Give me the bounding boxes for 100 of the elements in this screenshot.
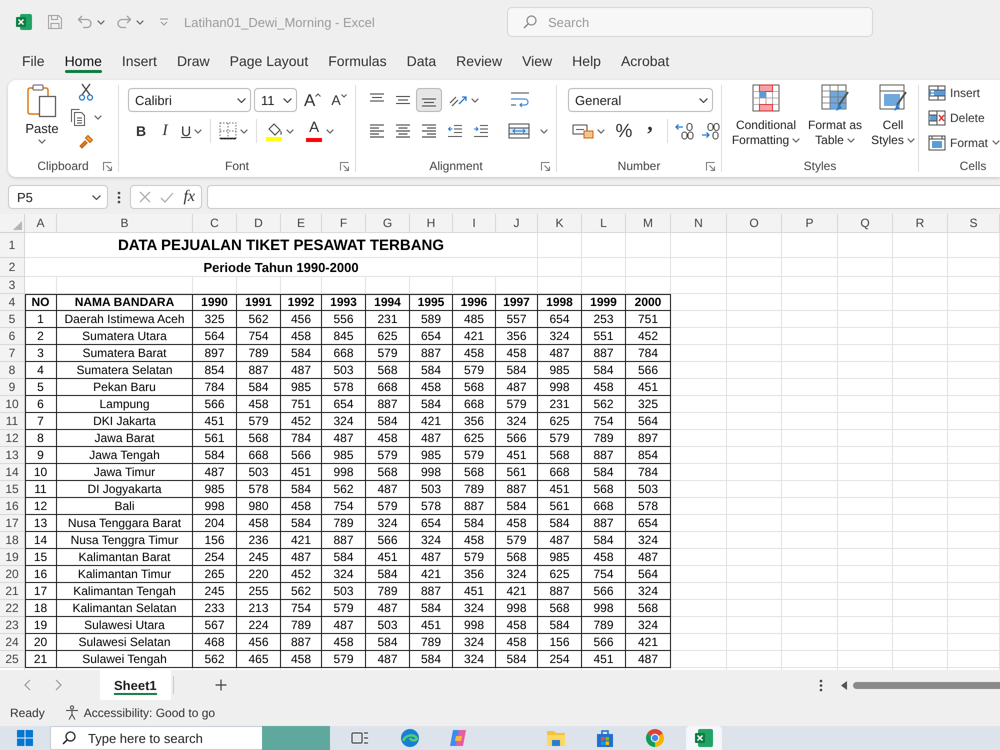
paste-button[interactable]: Paste <box>22 80 62 144</box>
taskbar-app-button[interactable] <box>686 726 722 750</box>
name-box[interactable]: P5 <box>8 185 108 209</box>
conditional-formatting-button[interactable]: Conditional Formatting <box>730 80 802 148</box>
column-header[interactable]: N <box>671 214 727 233</box>
row-header[interactable]: 24 <box>0 634 25 651</box>
vertical-align-button[interactable] <box>416 88 442 112</box>
sheet-tab[interactable]: Sheet1 <box>100 670 171 700</box>
menu-tab[interactable]: View <box>514 44 560 78</box>
menu-tab[interactable]: Home <box>56 44 110 78</box>
dialog-launcher-icon[interactable] <box>706 162 715 170</box>
percent-style-button[interactable]: % <box>611 119 637 143</box>
menu-tab[interactable]: Data <box>398 44 444 78</box>
column-header[interactable]: I <box>453 214 496 233</box>
table-cell: 584 <box>582 532 626 549</box>
font-name-dropdown[interactable]: Calibri <box>128 88 251 112</box>
font-size-dropdown[interactable]: 11 <box>254 88 297 112</box>
row-header[interactable]: 19 <box>0 549 25 566</box>
row-header[interactable]: 1 <box>0 233 25 258</box>
menu-tab[interactable]: Acrobat <box>612 44 678 78</box>
underline-button[interactable]: U <box>177 119 206 143</box>
row-header[interactable]: 3 <box>0 277 25 294</box>
menu-tab[interactable]: Insert <box>114 44 165 78</box>
row-header[interactable]: 13 <box>0 447 25 464</box>
row-header[interactable]: 11 <box>0 413 25 430</box>
menu-tab[interactable]: Draw <box>168 44 218 78</box>
scroll-left-icon[interactable] <box>841 680 847 690</box>
row-header[interactable]: 2 <box>0 258 25 277</box>
column-header[interactable]: E <box>281 214 322 233</box>
row-header[interactable]: 17 <box>0 515 25 532</box>
column-header[interactable]: J <box>496 214 538 233</box>
menu-tab[interactable]: Help <box>564 44 609 78</box>
row-header[interactable]: 5 <box>0 311 25 328</box>
dialog-launcher-icon[interactable] <box>103 162 112 170</box>
column-header[interactable]: K <box>538 214 582 233</box>
caret-icon <box>906 138 915 144</box>
row-header[interactable]: 25 <box>0 651 25 668</box>
insert-cells-button[interactable]: Insert <box>925 80 984 105</box>
search-field[interactable]: Search <box>507 7 873 37</box>
delete-cells-button[interactable]: Delete <box>925 105 988 130</box>
row-header[interactable]: 21 <box>0 583 25 600</box>
column-header[interactable]: Q <box>838 214 893 233</box>
menu-tab[interactable]: Review <box>448 44 510 78</box>
table-cell: 487 <box>410 430 453 447</box>
row-header[interactable]: 10 <box>0 396 25 413</box>
formula-input[interactable] <box>207 185 1000 209</box>
more-options-icon[interactable] <box>117 190 121 204</box>
column-header[interactable]: F <box>322 214 366 233</box>
column-header[interactable]: G <box>366 214 410 233</box>
column-header[interactable]: P <box>782 214 838 233</box>
row-header[interactable]: 14 <box>0 464 25 481</box>
row-header[interactable]: 20 <box>0 566 25 583</box>
italic-button[interactable]: I <box>153 119 177 143</box>
column-header[interactable]: L <box>582 214 626 233</box>
row-header[interactable]: 16 <box>0 498 25 515</box>
row-header[interactable]: 7 <box>0 345 25 362</box>
column-header[interactable]: H <box>410 214 453 233</box>
caret-icon <box>136 20 144 24</box>
wave-browser-icon <box>400 728 420 748</box>
row-header[interactable]: 6 <box>0 328 25 345</box>
row-header[interactable]: 8 <box>0 362 25 379</box>
table-cell: 487 <box>538 345 582 362</box>
column-header[interactable]: D <box>237 214 281 233</box>
row-header[interactable]: 23 <box>0 617 25 634</box>
column-header[interactable]: C <box>193 214 237 233</box>
column-header[interactable]: O <box>727 214 782 233</box>
bold-button[interactable]: B <box>129 119 153 143</box>
scrollbar-thumb[interactable] <box>853 682 1000 688</box>
menu-tab[interactable]: Page Layout <box>222 44 316 78</box>
menu-tab[interactable]: File <box>14 44 53 78</box>
column-header[interactable]: M <box>626 214 671 233</box>
dialog-launcher-icon[interactable] <box>541 162 550 170</box>
table-header-cell: 1998 <box>538 294 582 311</box>
column-header[interactable]: B <box>57 214 193 233</box>
row-header[interactable]: 18 <box>0 532 25 549</box>
dialog-launcher-icon[interactable] <box>340 162 349 170</box>
check-icon[interactable] <box>160 192 174 202</box>
more-options-icon[interactable] <box>819 678 823 692</box>
decrease-decimal-icon <box>701 122 721 140</box>
table-cell: Nusa Tenggra Timur <box>57 532 193 549</box>
number-format-dropdown[interactable]: General <box>568 88 713 112</box>
format-cells-button[interactable]: Format <box>925 130 1000 155</box>
format-as-table-button[interactable]: Format as Table <box>804 80 866 148</box>
row-header[interactable]: 9 <box>0 379 25 396</box>
row-header[interactable]: 22 <box>0 600 25 617</box>
column-header[interactable]: R <box>893 214 948 233</box>
increase-font-size-button[interactable]: A <box>300 88 326 112</box>
insert-function-button[interactable]: fx <box>182 189 196 205</box>
accessibility-status-button[interactable]: Accessibility: Good to go <box>64 705 216 721</box>
column-header[interactable]: S <box>948 214 1000 233</box>
cell-styles-button[interactable]: Cell Styles <box>868 80 918 148</box>
column-header[interactable]: A <box>25 214 57 233</box>
comma-style-button[interactable]: , <box>637 119 663 143</box>
row-header[interactable]: 15 <box>0 481 25 498</box>
decrease-font-size-button[interactable]: A <box>327 88 351 112</box>
row-header[interactable]: 12 <box>0 430 25 447</box>
font-color-button[interactable]: A <box>302 119 338 143</box>
row-header[interactable]: 4 <box>0 294 25 311</box>
taskbar-search-field[interactable]: Type here to search <box>50 726 262 750</box>
menu-tab[interactable]: Formulas <box>320 44 395 78</box>
